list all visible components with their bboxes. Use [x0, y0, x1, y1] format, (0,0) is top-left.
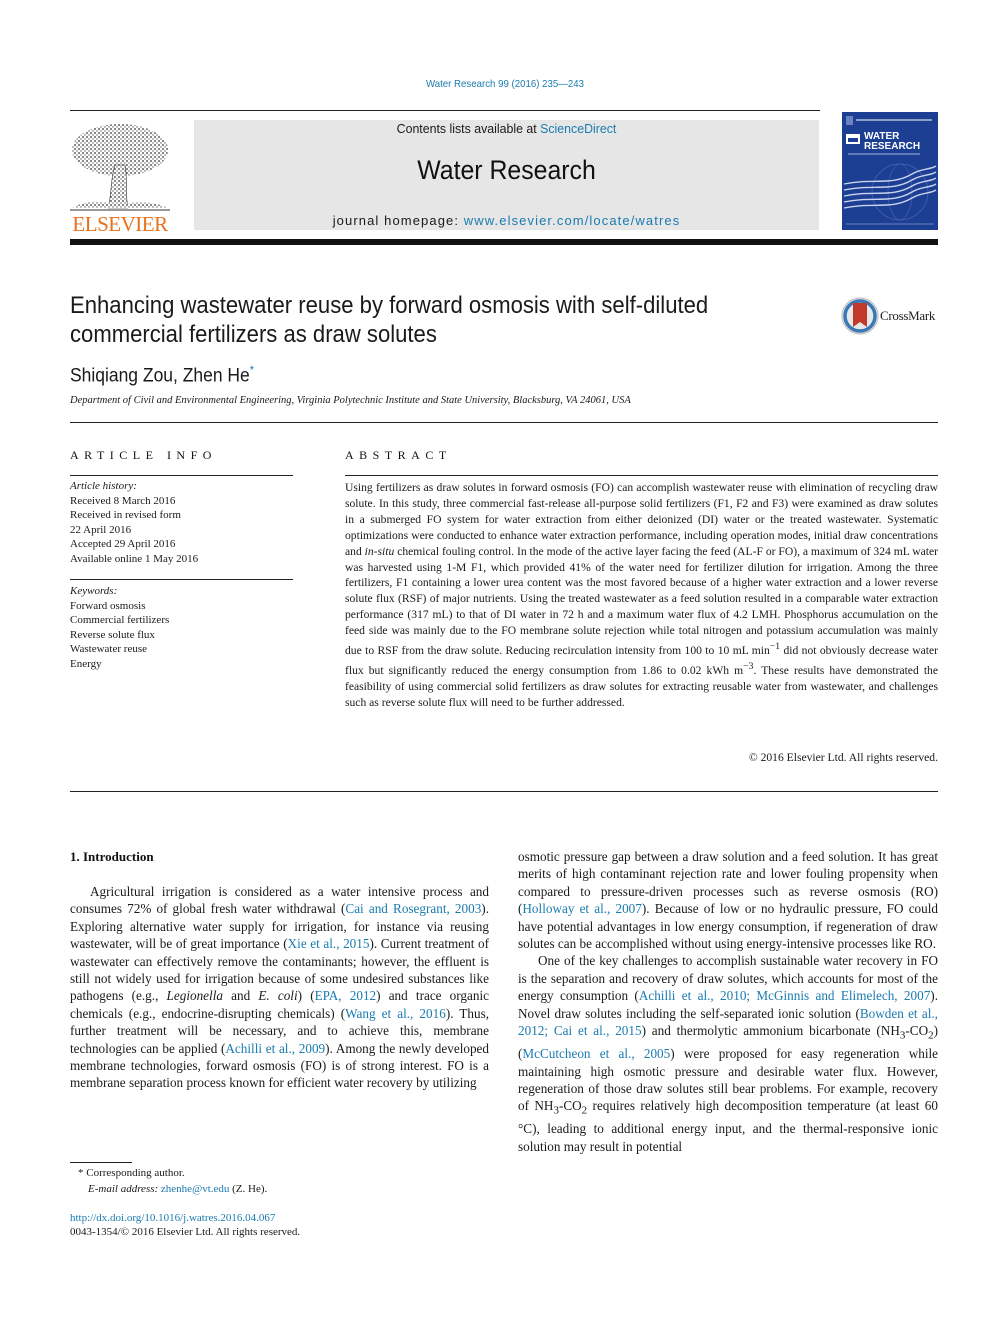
body-text: -CO [558, 1098, 582, 1114]
abstract-italic-term: in-situ [364, 544, 395, 558]
keyword-item: Reverse solute flux [70, 628, 155, 641]
crossmark-icon [841, 297, 879, 335]
crossmark-label[interactable]: CrossMark [880, 308, 935, 324]
doi-link[interactable]: http://dx.doi.org/10.1016/j.watres.2016.… [70, 1211, 275, 1227]
journal-homepage-line: journal homepage: www.elsevier.com/locat… [194, 213, 819, 228]
journal-cover-art: WATER RESEARCH [842, 112, 938, 230]
citation-link[interactable]: McCutcheon et al., 2005 [522, 1046, 670, 1061]
journal-homepage-link[interactable]: www.elsevier.com/locate/watres [464, 213, 681, 228]
citation-link[interactable]: Achilli et al., 2009 [225, 1041, 325, 1056]
citation-link[interactable]: Cai and Rosegrant, 2003 [345, 901, 481, 916]
citation-link[interactable]: Wang et al., 2016 [345, 1006, 446, 1021]
intro-paragraph-1-continued: osmotic pressure gap between a draw solu… [518, 848, 938, 952]
journal-name: Water Research [417, 155, 596, 185]
keyword-item: Forward osmosis [70, 599, 146, 612]
email-link[interactable]: zhenhe@vt.edu [161, 1183, 229, 1195]
email-suffix: (Z. He). [229, 1182, 268, 1195]
abstract-text-part: chemical fouling control. In the mode of… [345, 544, 939, 657]
contents-availability-line: Contents lists available at ScienceDirec… [210, 121, 804, 136]
section-heading-introduction: 1. Introduction [70, 849, 154, 864]
body-text: ) and thermolytic ammonium bicarbonate (… [641, 1023, 900, 1039]
citation-link[interactable]: Xie et al., 2015 [288, 936, 370, 951]
citation-link[interactable]: Holloway et al., 2007 [522, 901, 641, 916]
intro-right-column: osmotic pressure gap between a draw solu… [518, 848, 938, 1155]
keywords-label: Keywords: [70, 585, 118, 597]
tree-icon [70, 124, 170, 211]
history-item: Available online 1 May 2016 [70, 552, 199, 565]
article-history-label: Article history: [70, 480, 137, 492]
body-text: and [222, 988, 259, 1004]
italic-term: Legionella [166, 988, 223, 1004]
keywords-rule [70, 579, 293, 580]
corresponding-author-footnote: * Corresponding author. E-mail address: … [78, 1166, 267, 1197]
italic-term: E. coli [258, 988, 298, 1004]
citation-link[interactable]: Achilli et al., 2010; McGinnis and Elime… [639, 988, 930, 1003]
journal-citation-link[interactable]: Water Research 99 (2016) 235—243 [40, 78, 969, 90]
contents-prefix: Contents lists available at [396, 121, 541, 136]
sciencedirect-link[interactable]: ScienceDirect [540, 121, 616, 136]
history-item: Received in revised form [70, 509, 181, 521]
body-divider [70, 791, 938, 792]
keyword-item: Energy [70, 657, 102, 670]
keyword-item: Wastewater reuse [70, 643, 147, 655]
abstract-text: Using fertilizers as draw solutes in for… [345, 480, 938, 710]
history-item: Received 8 March 2016 [70, 494, 176, 507]
author-affiliation: Department of Civil and Environmental En… [70, 395, 631, 406]
keywords: Keywords: Forward osmosis Commercial fer… [70, 584, 293, 671]
body-text: -CO [905, 1023, 929, 1039]
header-top-rule [70, 110, 820, 111]
intro-paragraph-1: Agricultural irrigation is considered as… [70, 883, 489, 1092]
corresponding-author-mark[interactable]: * [250, 363, 254, 377]
keyword-item: Commercial fertilizers [70, 614, 170, 626]
article-info-rule [70, 475, 293, 476]
abstract-copyright: © 2016 Elsevier Ltd. All rights reserved… [748, 751, 938, 764]
citation-link[interactable]: EPA, 2012 [315, 988, 377, 1003]
history-item: Accepted 29 April 2016 [70, 538, 176, 550]
journal-cover-image[interactable]: WATER RESEARCH [842, 112, 938, 230]
footnote-text: Corresponding author. [83, 1167, 185, 1179]
article-title: Enhancing wastewater reuse by forward os… [70, 292, 709, 348]
elsevier-wordmark: ELSEVIER [72, 212, 168, 236]
article-info-heading: ARTICLE INFO [70, 448, 217, 462]
footnote-line: * Corresponding author. [78, 1166, 267, 1182]
homepage-prefix: journal homepage: [332, 213, 464, 228]
header-thick-rule [70, 239, 938, 245]
abstract-rule [345, 475, 938, 476]
abstract-heading: ABSTRACT [345, 448, 452, 462]
footnote-rule [70, 1162, 132, 1163]
issn-copyright: 0043-1354/© 2016 Elsevier Ltd. All right… [70, 1226, 301, 1238]
section-divider [70, 422, 938, 423]
body-text: ) ( [297, 988, 315, 1004]
cover-title-line2: RESEARCH [864, 141, 920, 152]
author-names: Shiqiang Zou, Zhen He [70, 365, 250, 387]
abstract-superscript: −3 [743, 660, 754, 672]
email-label: E-mail address: [88, 1182, 159, 1195]
article-history: Article history: Received 8 March 2016 R… [70, 479, 293, 566]
email-line: E-mail address: zhenhe@vt.edu (Z. He). [78, 1182, 267, 1198]
intro-paragraph-2: One of the key challenges to accomplish … [518, 952, 938, 1155]
abstract-superscript: −1 [769, 641, 781, 653]
history-item: 22 April 2016 [70, 523, 132, 536]
author-list: Shiqiang Zou, Zhen He* [70, 363, 254, 387]
